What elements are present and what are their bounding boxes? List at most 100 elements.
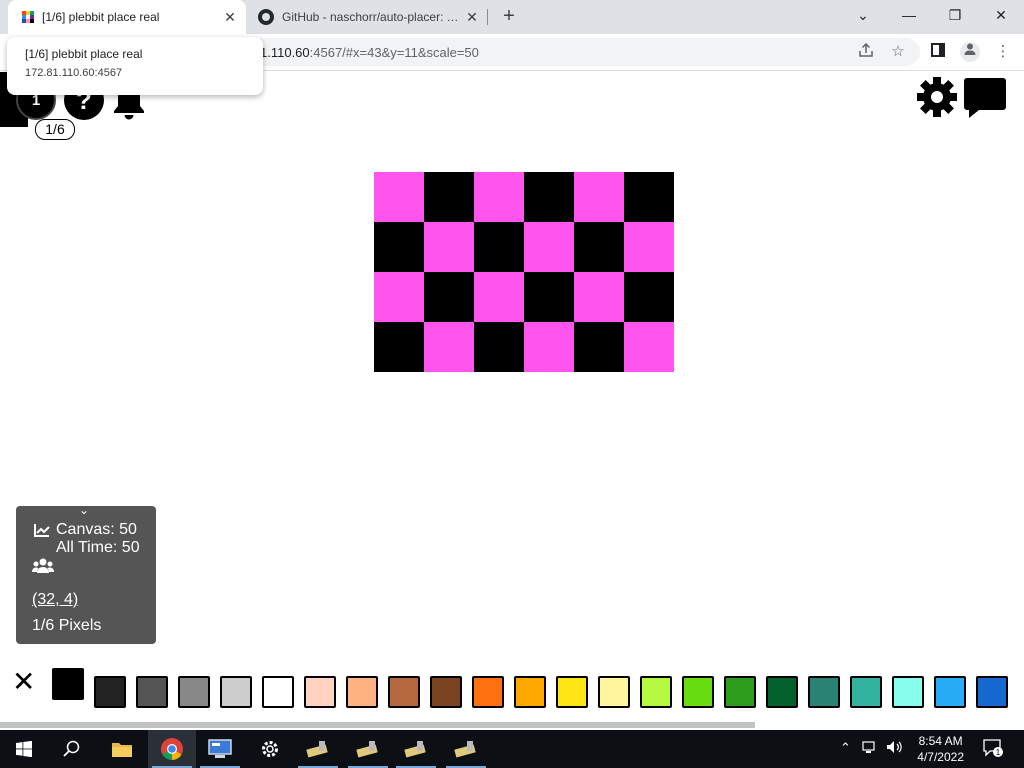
tab-title: [1/6] plebbit place real (42, 10, 160, 24)
start-button[interactable] (0, 730, 48, 768)
canvas-pixel[interactable] (474, 172, 524, 222)
canvas-pixel[interactable] (374, 322, 424, 372)
collapse-chevron-icon[interactable]: ⌄ (79, 503, 89, 517)
app-launcher-2[interactable] (344, 730, 392, 768)
chrome-taskbar-button[interactable] (148, 730, 196, 768)
color-swatch[interactable] (178, 676, 210, 708)
gear-icon[interactable] (916, 76, 958, 118)
color-swatch[interactable] (808, 676, 840, 708)
canvas-pixel[interactable] (624, 222, 674, 272)
canvas-pixel[interactable] (574, 172, 624, 222)
app-launcher-3[interactable] (392, 730, 440, 768)
horizontal-scrollbar[interactable] (0, 722, 755, 728)
github-icon (258, 9, 274, 25)
canvas-pixel[interactable] (524, 222, 574, 272)
new-tab-button[interactable]: + (498, 5, 520, 27)
tab-close-icon[interactable]: ✕ (460, 9, 484, 26)
color-swatch[interactable] (556, 676, 588, 708)
search-button[interactable] (48, 730, 96, 768)
canvas-pixel[interactable] (574, 222, 624, 272)
canvas-pixel[interactable] (524, 272, 574, 322)
canvas-pixel[interactable] (474, 322, 524, 372)
color-swatch[interactable] (934, 676, 966, 708)
canvas-pixel[interactable] (474, 222, 524, 272)
canvas-pixel[interactable] (424, 272, 474, 322)
settings-button[interactable] (246, 730, 294, 768)
canvas-pixel[interactable] (624, 172, 674, 222)
color-swatch[interactable] (598, 676, 630, 708)
canvas-pixel[interactable] (424, 172, 474, 222)
canvas-pixel[interactable] (424, 222, 474, 272)
color-swatch[interactable] (892, 676, 924, 708)
hover-card-url: 172.81.110.60:4567 (25, 67, 123, 79)
color-swatch[interactable] (220, 676, 252, 708)
color-swatch[interactable] (262, 676, 294, 708)
chat-icon[interactable] (963, 76, 1007, 120)
search-icon (63, 740, 80, 757)
control-panel-button[interactable] (196, 730, 244, 768)
color-swatch[interactable] (640, 676, 672, 708)
tab-search-icon[interactable]: ⌄ (840, 0, 886, 30)
place-page: 1 ? 1/6 ⌄ Canvas: 50 All Time: 50 (32, 4… (0, 72, 1024, 730)
close-window-button[interactable]: ✕ (978, 0, 1024, 30)
tab-close-icon[interactable]: ✕ (218, 9, 242, 26)
canvas-pixel[interactable] (524, 322, 574, 372)
close-palette-button[interactable]: ✕ (12, 668, 35, 696)
color-swatch[interactable] (724, 676, 756, 708)
tab-github[interactable]: GitHub - naschorr/auto-placer: Th ✕ (248, 0, 488, 34)
network-icon[interactable] (862, 740, 878, 757)
canvas-pixel[interactable] (374, 172, 424, 222)
users-icon (32, 558, 54, 573)
canvas-pixel[interactable] (574, 322, 624, 372)
tray-chevron-icon[interactable]: ⌃ (840, 740, 851, 756)
place-canvas[interactable] (374, 172, 674, 372)
color-swatch[interactable] (682, 676, 714, 708)
color-swatch[interactable] (472, 676, 504, 708)
tool-app-icon (306, 741, 328, 758)
file-explorer-button[interactable] (98, 730, 146, 768)
side-panel-icon[interactable] (928, 42, 948, 62)
canvas-pixel[interactable] (624, 272, 674, 322)
canvas-pixel-count: Canvas: 50 (56, 521, 137, 538)
canvas-pixel[interactable] (574, 272, 624, 322)
color-swatch[interactable] (766, 676, 798, 708)
color-swatch[interactable] (388, 676, 420, 708)
chrome-icon (161, 738, 183, 760)
color-swatch[interactable] (514, 676, 546, 708)
tab-plebbit-place[interactable]: [1/6] plebbit place real ✕ (8, 0, 246, 34)
color-swatch[interactable] (976, 676, 1008, 708)
tab-title: GitHub - naschorr/auto-placer: Th (282, 10, 460, 24)
color-swatch[interactable] (346, 676, 378, 708)
share-icon[interactable] (856, 42, 876, 62)
canvas-pixel[interactable] (374, 272, 424, 322)
notifications-icon[interactable]: 1 (982, 738, 1004, 761)
canvas-pixel[interactable] (524, 172, 574, 222)
canvas-pixel[interactable] (424, 322, 474, 372)
canvas-pixel[interactable] (474, 272, 524, 322)
color-swatch[interactable] (52, 668, 84, 700)
profile-avatar-icon[interactable] (960, 42, 980, 62)
app-launcher-1[interactable] (294, 730, 342, 768)
bookmark-star-icon[interactable]: ☆ (888, 42, 908, 62)
maximize-button[interactable]: ❐ (932, 0, 978, 30)
url-path: :4567/#x=43&y=11&scale=50 (309, 45, 479, 60)
control-panel-icon (208, 739, 232, 758)
browser-menu-icon[interactable]: ⋮ (993, 42, 1013, 62)
clock[interactable]: 8:54 AM 4/7/2022 (917, 733, 964, 765)
url-text: 1.110.60:4567/#x=43&y=11&scale=50 (260, 45, 479, 60)
settings-gear-icon (262, 741, 278, 757)
canvas-pixel[interactable] (624, 322, 674, 372)
color-swatch[interactable] (430, 676, 462, 708)
color-swatch[interactable] (304, 676, 336, 708)
color-swatch[interactable] (136, 676, 168, 708)
volume-icon[interactable] (886, 740, 904, 757)
canvas-pixel[interactable] (374, 222, 424, 272)
alltime-pixel-count: All Time: 50 (56, 539, 140, 556)
plebbit-favicon-icon (22, 11, 34, 23)
minimize-button[interactable]: — (886, 0, 932, 30)
color-swatch[interactable] (850, 676, 882, 708)
app-launcher-4[interactable] (442, 730, 490, 768)
address-bar[interactable]: 1.110.60:4567/#x=43&y=11&scale=50 (200, 38, 920, 66)
coordinates-link[interactable]: (32, 4) (32, 591, 78, 609)
color-swatch[interactable] (94, 676, 126, 708)
